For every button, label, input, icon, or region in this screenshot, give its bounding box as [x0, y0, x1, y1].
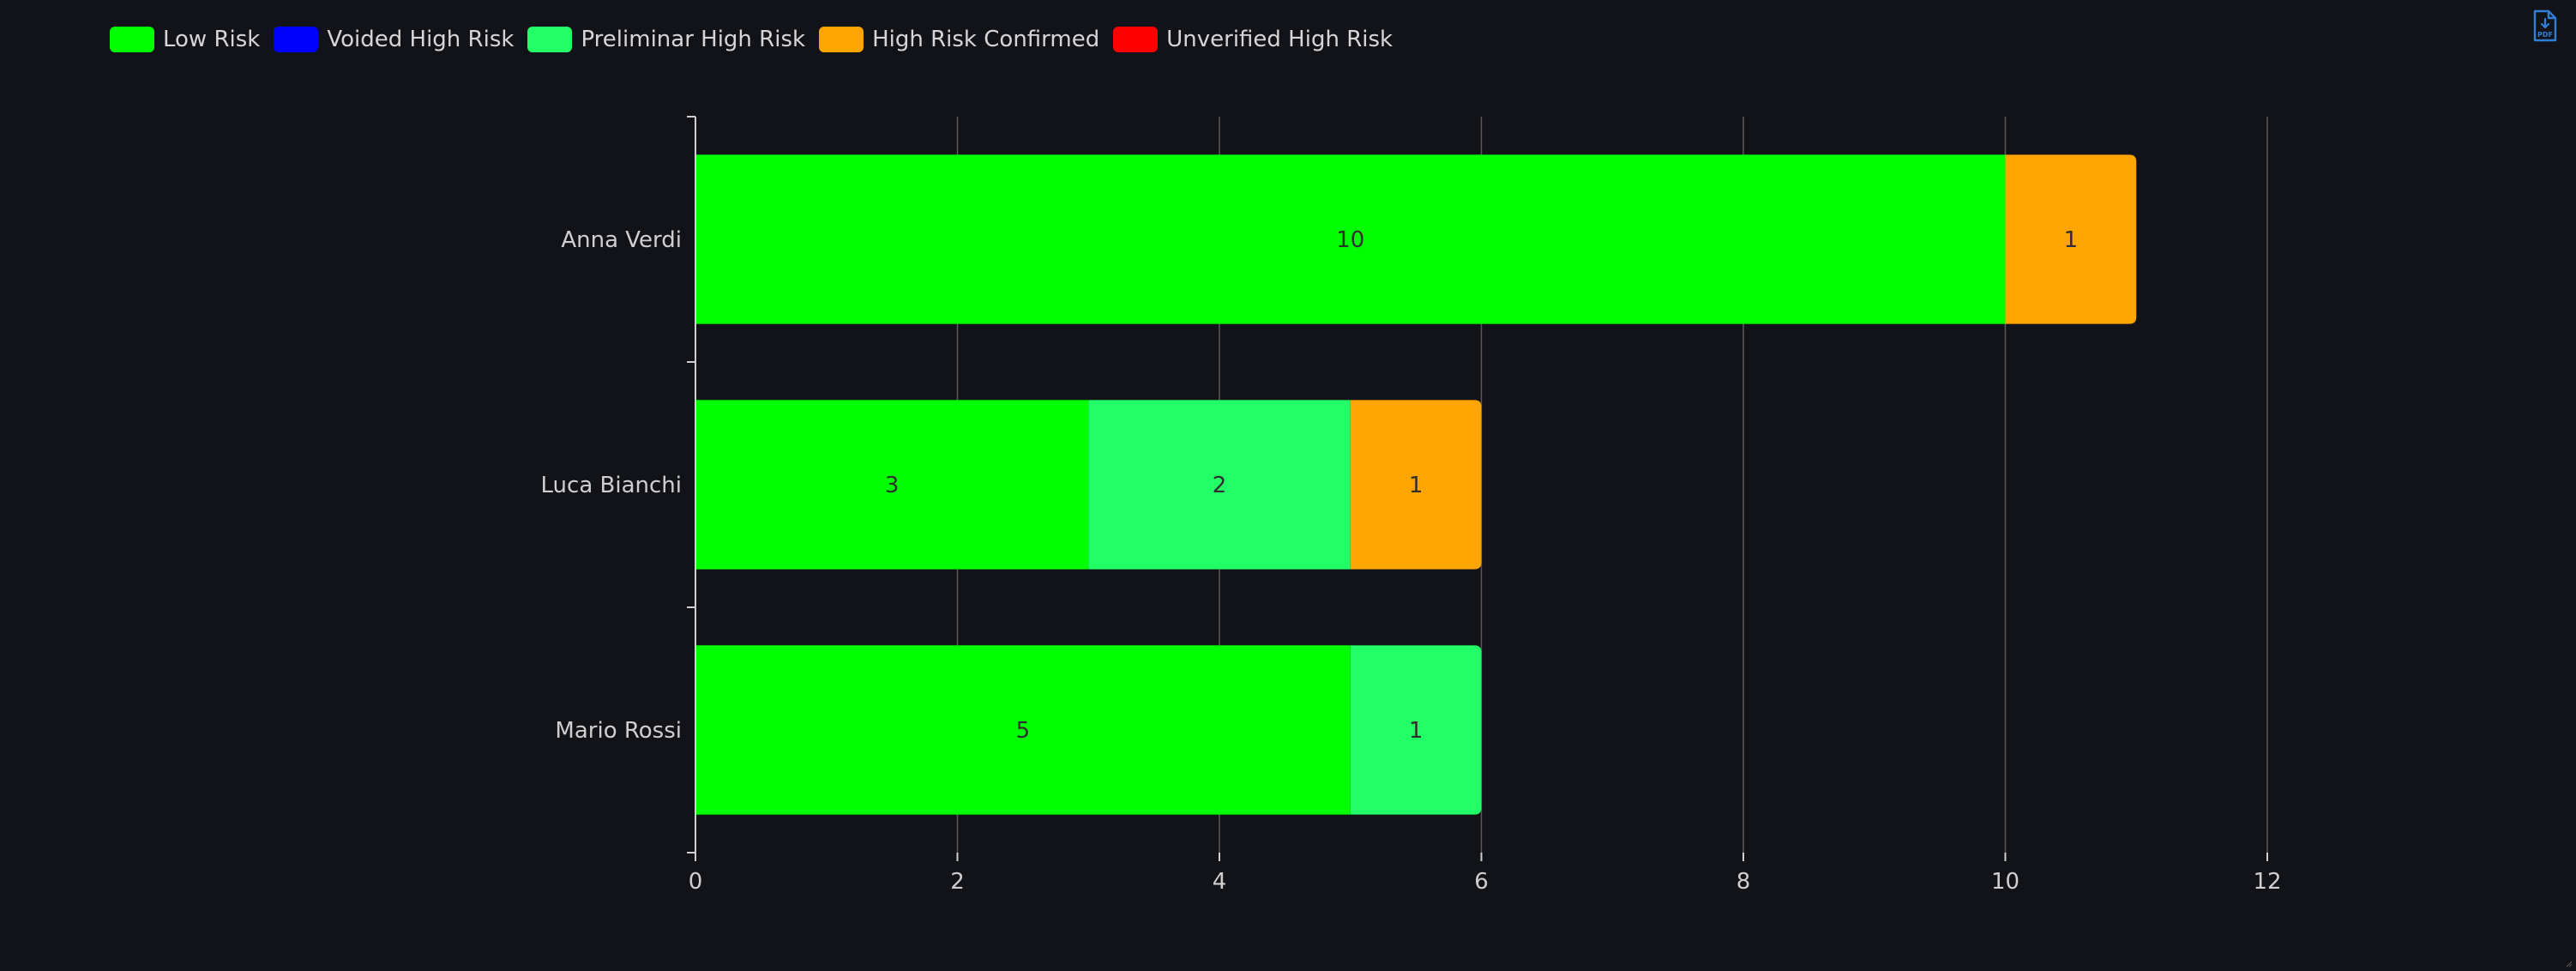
x-tick-label: 8 — [1736, 869, 1751, 895]
bar-value-label: 2 — [1213, 473, 1227, 498]
bar-value-label: 3 — [885, 473, 900, 498]
bar-value-label: 1 — [1409, 718, 1423, 744]
x-tick-label: 6 — [1474, 869, 1489, 895]
bar-chart: 10 1 Anna Verdi 3 2 1 Luca Bianchi 5 1 Mario Ross… — [541, 116, 2282, 895]
y-tick-label: Mario Rossi — [555, 718, 682, 744]
bar-value-label: 10 — [1336, 227, 1364, 253]
bar-value-label: 1 — [1409, 473, 1423, 498]
resize-grip-icon[interactable] — [2564, 959, 2573, 968]
x-tick-label: 12 — [2253, 869, 2281, 895]
bar-value-label: 1 — [2064, 227, 2079, 253]
x-tick-label: 4 — [1213, 869, 1227, 895]
x-tick-label: 0 — [689, 869, 703, 895]
chart-panel: Low Risk Voided High Risk Preliminar High … — [0, 0, 2576, 971]
x-tick-label: 10 — [1991, 869, 2019, 895]
y-tick-label: Luca Bianchi — [541, 473, 682, 498]
y-tick-label: Anna Verdi — [561, 227, 682, 253]
x-tick-label: 2 — [950, 869, 965, 895]
bar-value-label: 5 — [1016, 718, 1031, 744]
